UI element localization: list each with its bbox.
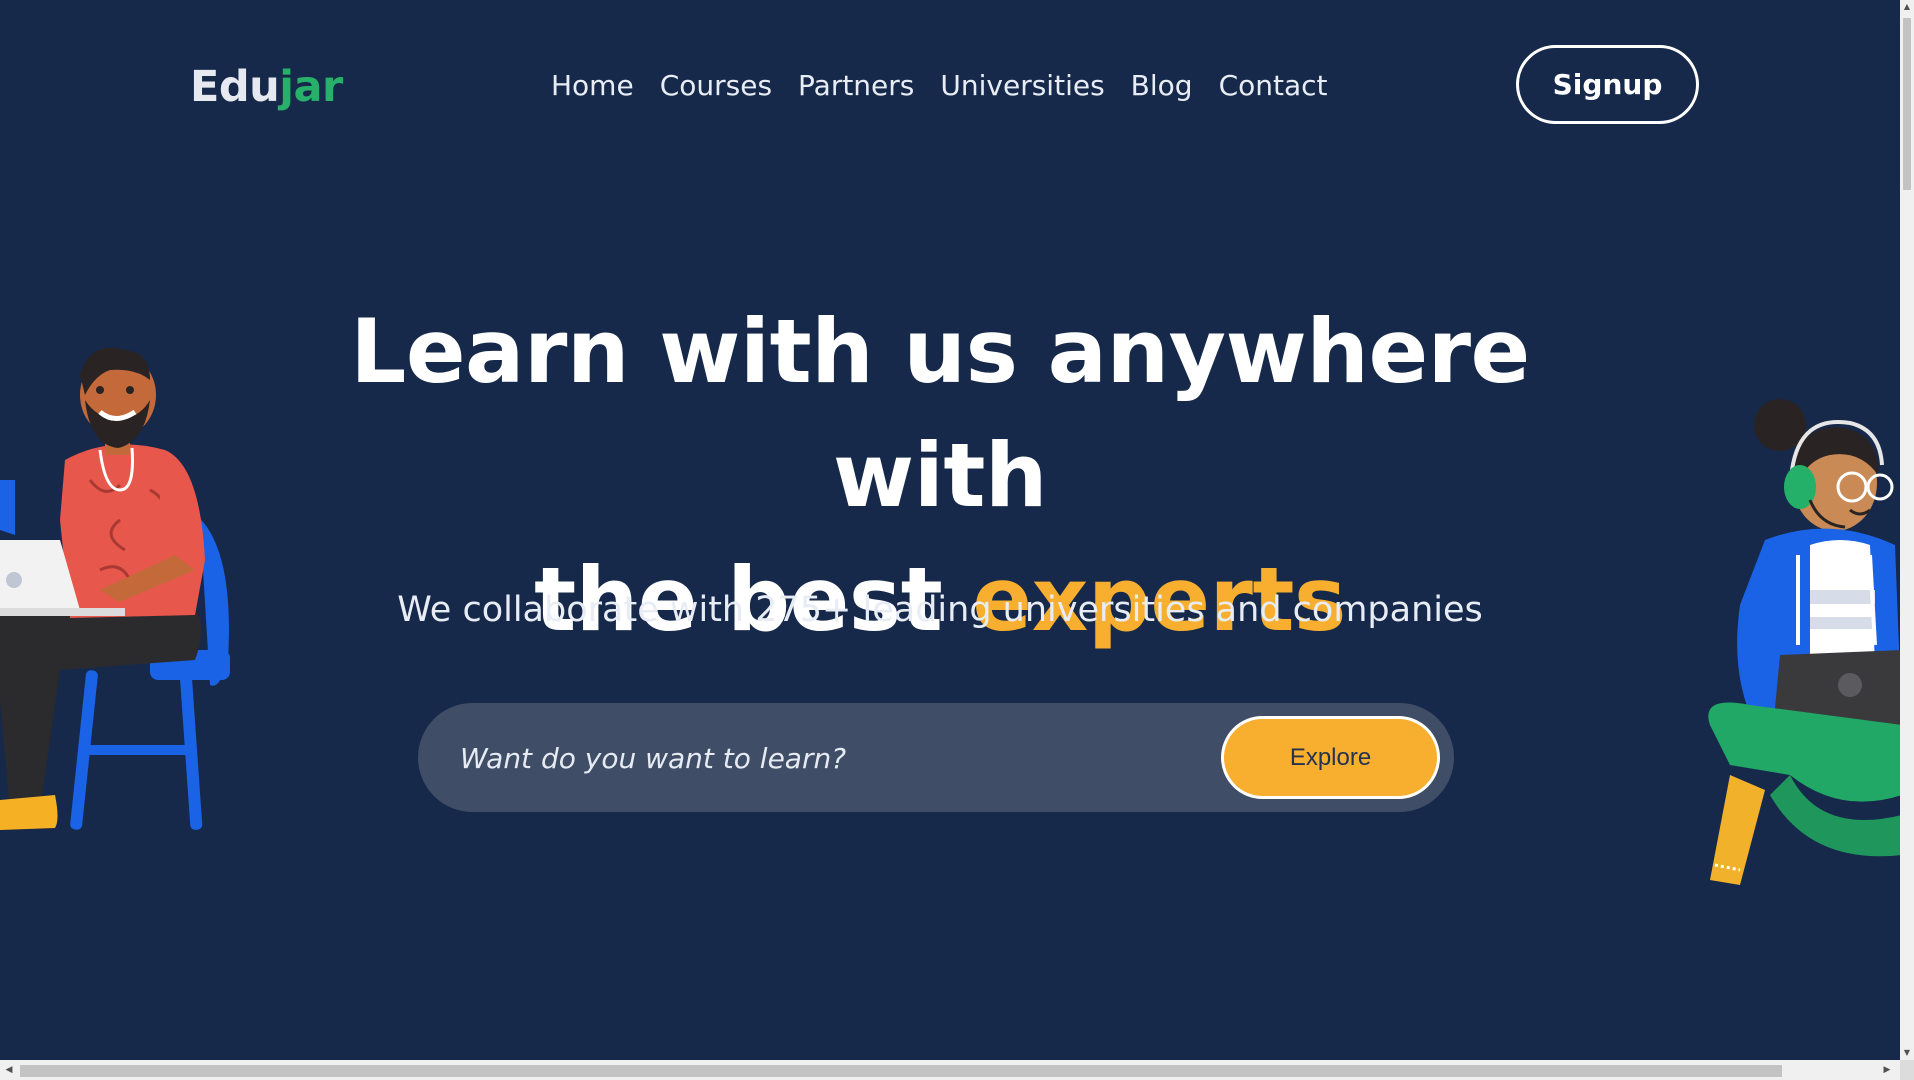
edujar-logo[interactable]: Edujar: [190, 62, 343, 112]
scroll-left-arrow-icon[interactable]: ◀: [2, 1063, 16, 1077]
vertical-scrollbar[interactable]: ▲ ▼: [1900, 0, 1914, 1060]
main-nav: Home Courses Partners Universities Blog …: [551, 66, 1354, 106]
hero-subtitle: We collaborate with 275+ leading univers…: [397, 590, 1483, 630]
horizontal-scrollbar[interactable]: ◀ ▶: [0, 1060, 1914, 1080]
nav-universities[interactable]: Universities: [940, 66, 1104, 106]
nav-courses[interactable]: Courses: [660, 66, 772, 106]
search-input[interactable]: [458, 729, 1182, 787]
signup-button[interactable]: Signup: [1516, 45, 1699, 124]
scroll-up-arrow-icon[interactable]: ▲: [1900, 0, 1914, 14]
nav-contact[interactable]: Contact: [1219, 66, 1328, 106]
hero-title-line1: Learn with us anywhere with: [350, 300, 1530, 527]
logo-text-jar: jar: [279, 62, 343, 112]
landing-page: Edujar Home Courses Partners Universitie…: [0, 0, 1914, 1080]
man-with-laptop-illustration: [0, 347, 230, 830]
scroll-right-arrow-icon[interactable]: ▶: [1880, 1063, 1894, 1077]
woman-with-headset-illustration: #: [1708, 399, 1902, 885]
horizontal-scroll-thumb[interactable]: [20, 1065, 1782, 1077]
scroll-down-arrow-icon[interactable]: ▼: [1900, 1046, 1914, 1060]
logo-text-edu: Edu: [190, 62, 280, 112]
nav-blog[interactable]: Blog: [1131, 66, 1193, 106]
vertical-scroll-thumb[interactable]: [1903, 18, 1911, 190]
nav-home[interactable]: Home: [551, 66, 634, 106]
nav-partners[interactable]: Partners: [798, 66, 914, 106]
search-bar: Explore: [418, 703, 1454, 812]
explore-button[interactable]: Explore: [1221, 716, 1440, 799]
scrollbar-corner: [1900, 1060, 1914, 1080]
